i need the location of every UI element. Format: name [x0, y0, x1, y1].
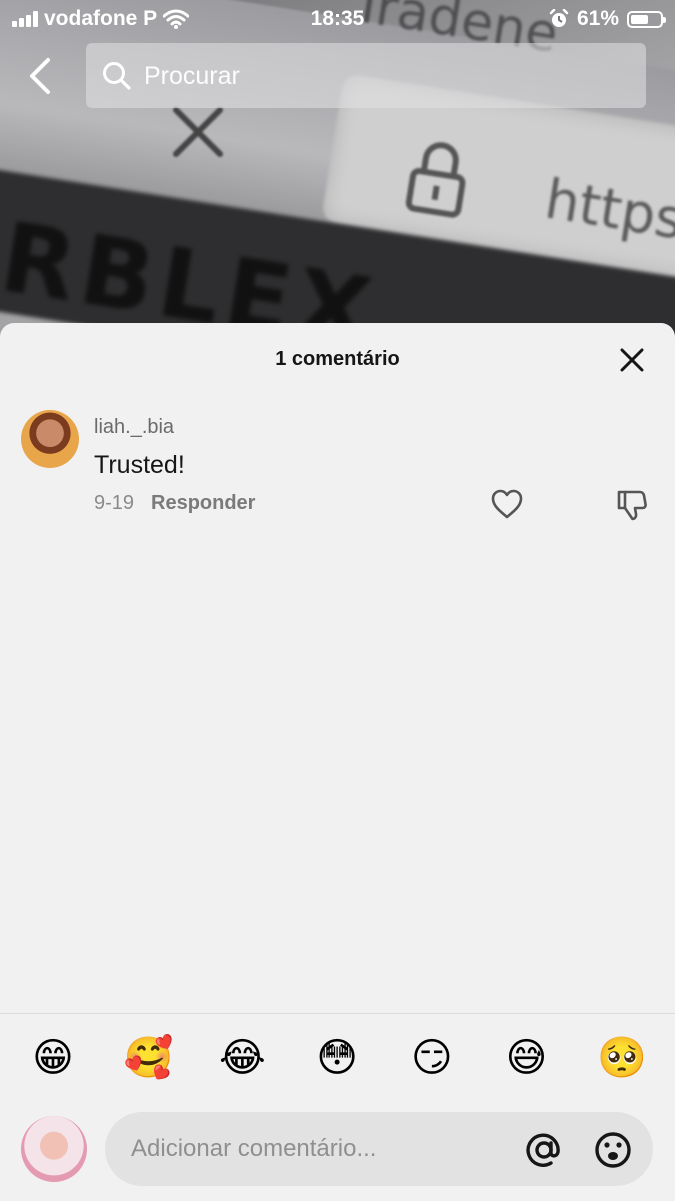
search-placeholder: Procurar [144, 62, 240, 90]
quick-emoji-flushed[interactable]: 😳 [313, 1034, 361, 1082]
search-icon [103, 62, 131, 90]
video-lock-icon [405, 142, 466, 218]
quick-emoji-tears-of-joy[interactable]: 😂 [218, 1034, 266, 1082]
close-icon[interactable] [618, 346, 646, 374]
quick-emoji-row: 😁 🥰 😂 😳 😏 😅 🥺 [0, 1034, 675, 1090]
search-input[interactable]: Procurar [86, 43, 646, 108]
video-close-x-icon [173, 107, 223, 157]
emoji-picker-icon[interactable] [593, 1130, 633, 1170]
commenter-avatar[interactable] [21, 410, 79, 468]
quick-emoji-grinning[interactable]: 😁 [29, 1034, 77, 1082]
dislike-icon[interactable] [614, 488, 648, 522]
my-avatar [21, 1116, 87, 1182]
alarm-icon [549, 9, 569, 27]
comment-text: Trusted! [94, 451, 185, 479]
quick-emoji-smiling-hearts[interactable]: 🥰 [124, 1034, 174, 1082]
status-bar: vodafone P 18:35 61% [0, 0, 675, 38]
battery-icon [627, 10, 666, 28]
battery-fill [631, 14, 649, 24]
status-right: 61% [549, 7, 666, 31]
like-heart-icon[interactable] [490, 488, 524, 520]
back-button[interactable] [24, 56, 60, 96]
quick-emoji-smirking[interactable]: 😏 [408, 1034, 456, 1082]
comment-item: liah._.bia Trusted! 9-19 Responder [0, 408, 675, 528]
comment-composer-area: 😁 🥰 😂 😳 😏 😅 🥺 Adicionar comentário... [0, 1013, 675, 1201]
quick-emoji-sweat-smile[interactable]: 😅 [503, 1034, 551, 1082]
comment-input-placeholder: Adicionar comentário... [131, 1135, 377, 1162]
battery-percent: 61% [576, 7, 619, 30]
comment-input[interactable]: Adicionar comentário... [105, 1112, 653, 1186]
mention-at-icon[interactable] [524, 1130, 564, 1170]
comment-date: 9-19 [94, 492, 135, 514]
comments-count-title: 1 comentário [275, 348, 400, 370]
quick-emoji-pleading[interactable]: 🥺 [597, 1034, 647, 1082]
reply-button[interactable]: Responder [151, 492, 255, 515]
comment-username[interactable]: liah._.bia [94, 416, 174, 439]
